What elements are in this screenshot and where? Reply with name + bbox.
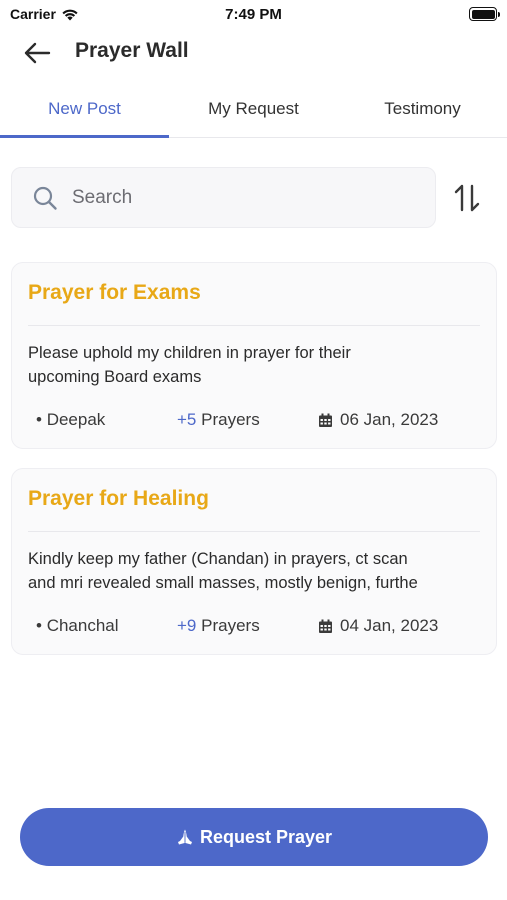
sort-icon xyxy=(454,184,480,212)
prayer-description-line: Kindly keep my father (Chandan) in praye… xyxy=(28,550,408,568)
search-box[interactable] xyxy=(11,167,436,228)
prayer-author: Deepak xyxy=(36,410,106,430)
top-bar: Prayer Wall xyxy=(0,30,507,76)
status-time: 7:49 PM xyxy=(225,6,282,23)
prayer-date: 04 Jan, 2023 xyxy=(318,616,438,636)
prayer-count-value: +9 xyxy=(177,616,197,635)
back-button[interactable] xyxy=(20,38,54,68)
card-divider xyxy=(28,325,480,326)
prayer-meta: Deepak +5 Prayers 06 Jan, 2023 xyxy=(28,410,480,432)
prayer-count: +5 Prayers xyxy=(177,410,260,430)
prayer-count: +9 Prayers xyxy=(177,616,260,636)
prayer-description-line: upcoming Board exams xyxy=(28,368,202,386)
praying-hands-icon xyxy=(177,829,192,845)
request-prayer-label: Request Prayer xyxy=(199,826,333,847)
prayer-date: 06 Jan, 2023 xyxy=(318,410,438,430)
prayer-description: Please uphold my children in prayer for … xyxy=(28,341,482,389)
prayer-date-text: 06 Jan, 2023 xyxy=(340,410,439,429)
tab-bar: New Post My Request Testimony xyxy=(0,90,507,138)
prayer-title: Prayer for Healing xyxy=(28,487,209,510)
prayer-title: Prayer for Exams xyxy=(28,281,201,304)
prayer-meta: Chanchal +9 Prayers 04 Jan, 2023 xyxy=(28,616,480,638)
prayer-card[interactable]: Prayer for Healing Kindly keep my father… xyxy=(11,468,497,655)
prayer-count-value: +5 xyxy=(177,410,197,429)
tab-testimony[interactable]: Testimony xyxy=(338,90,507,137)
calendar-icon xyxy=(319,413,332,427)
search-input[interactable] xyxy=(72,186,392,209)
status-bar: Carrier 7:49 PM xyxy=(0,0,507,28)
prayer-author: Chanchal xyxy=(36,616,119,636)
page-title: Prayer Wall xyxy=(75,39,189,62)
search-icon xyxy=(33,186,57,210)
calendar-icon xyxy=(319,619,332,633)
tab-my-request[interactable]: My Request xyxy=(169,90,338,137)
card-divider xyxy=(28,531,480,532)
prayer-description-line: and mri revealed small masses, mostly be… xyxy=(28,574,418,592)
back-arrow-icon xyxy=(24,42,51,64)
prayer-description: Kindly keep my father (Chandan) in praye… xyxy=(28,547,482,595)
request-prayer-button[interactable]: Request Prayer xyxy=(20,808,488,866)
prayer-card[interactable]: Prayer for Exams Please uphold my childr… xyxy=(11,262,497,449)
search-row xyxy=(11,167,496,229)
prayer-description-line: Please uphold my children in prayer for … xyxy=(28,344,351,362)
tab-new-post[interactable]: New Post xyxy=(0,90,169,138)
prayer-count-label: Prayers xyxy=(201,616,260,635)
prayer-date-text: 04 Jan, 2023 xyxy=(340,616,439,635)
sort-button[interactable] xyxy=(452,183,482,213)
prayer-count-label: Prayers xyxy=(201,410,260,429)
battery-icon xyxy=(469,7,500,21)
